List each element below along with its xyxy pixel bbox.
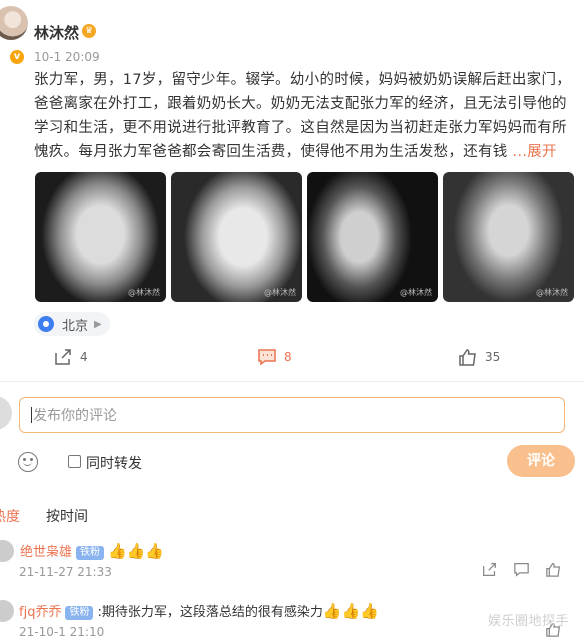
post-time: 10-1 20:09 xyxy=(34,50,100,64)
commenter-name[interactable]: 绝世枭雄 xyxy=(20,545,72,560)
submit-comment-button[interactable]: 评论 xyxy=(507,445,575,477)
comment-item: 绝世枭雄 铁粉 👍👍👍 xyxy=(20,541,164,560)
forward-count: 4 xyxy=(80,350,88,364)
comment-text: :期待张力军，这段落总结的很有感染力 xyxy=(97,605,323,620)
sort-hot-tab[interactable]: 热度 xyxy=(0,506,20,526)
post-photo-4[interactable]: @林沐然 xyxy=(443,172,574,302)
author-name[interactable]: 林沐然 xyxy=(34,22,79,43)
post-photo-3[interactable]: @林沐然 xyxy=(307,172,438,302)
chevron-right-icon: ▶ xyxy=(94,318,102,330)
comment-placeholder: 发布你的评论 xyxy=(33,408,117,424)
like-count: 35 xyxy=(485,350,501,364)
commenter-avatar[interactable] xyxy=(0,540,14,562)
comment-forward-icon[interactable] xyxy=(482,562,497,577)
emoji-icon[interactable] xyxy=(18,452,38,472)
photo-watermark: @林沐然 xyxy=(400,288,432,297)
photo-watermark: @林沐然 xyxy=(264,288,296,297)
photo-watermark: @林沐然 xyxy=(128,288,160,297)
post-text: 张力军，男，17岁，留守少年。辍学。幼小的时候，妈妈被奶奶误解后赶出家门，爸爸离… xyxy=(34,72,572,160)
expand-link[interactable]: ...展开 xyxy=(508,144,557,160)
comment-item: fjq乔乔 铁粉:期待张力军，这段落总结的很有感染力👍👍👍 xyxy=(19,601,379,620)
comment-like-icon[interactable] xyxy=(546,562,561,577)
location-label: 北京 xyxy=(62,318,89,334)
comment-icon xyxy=(258,349,276,366)
verified-icon: v xyxy=(10,50,24,64)
forward-checkbox[interactable] xyxy=(68,455,81,468)
forward-checkbox-label: 同时转发 xyxy=(86,456,142,472)
like-button[interactable]: 35 xyxy=(459,348,500,366)
fan-badge: 铁粉 xyxy=(76,546,105,560)
thumbs-up-emoji: 👍👍👍 xyxy=(108,542,165,560)
photo-watermark: @林沐然 xyxy=(536,288,568,297)
vip-crown-icon: ♛ xyxy=(82,24,96,38)
location-tag[interactable]: 北京 ▶ xyxy=(34,312,110,336)
thumbs-up-icon xyxy=(459,349,476,366)
forward-button[interactable]: 4 xyxy=(54,348,88,366)
comment-input[interactable]: 发布你的评论 xyxy=(19,397,565,433)
comment-time: 21-10-1 21:10 xyxy=(19,625,105,639)
fan-badge: 铁粉 xyxy=(65,606,94,620)
post-body: 张力军，男，17岁，留守少年。辍学。幼小的时候，妈妈被奶奶误解后赶出家门，爸爸离… xyxy=(34,68,574,164)
location-pin-icon xyxy=(38,316,54,332)
watermark: 娱乐圈地探手 xyxy=(488,614,570,629)
commenter-name[interactable]: fjq乔乔 xyxy=(19,605,61,620)
my-avatar xyxy=(0,396,12,430)
comment-reply-icon[interactable] xyxy=(514,562,529,577)
author-avatar[interactable] xyxy=(0,6,28,40)
thumbs-up-emoji: 👍👍👍 xyxy=(322,602,379,620)
comment-button[interactable]: 8 xyxy=(258,348,292,366)
forward-icon xyxy=(55,349,71,365)
divider xyxy=(0,381,584,382)
commenter-avatar[interactable] xyxy=(0,600,14,622)
sort-time-tab[interactable]: 按时间 xyxy=(46,506,88,526)
post-photo-1[interactable]: @林沐然 xyxy=(35,172,166,302)
comment-time: 21-11-27 21:33 xyxy=(19,565,112,579)
comment-count: 8 xyxy=(284,350,292,364)
post-photo-2[interactable]: @林沐然 xyxy=(171,172,302,302)
